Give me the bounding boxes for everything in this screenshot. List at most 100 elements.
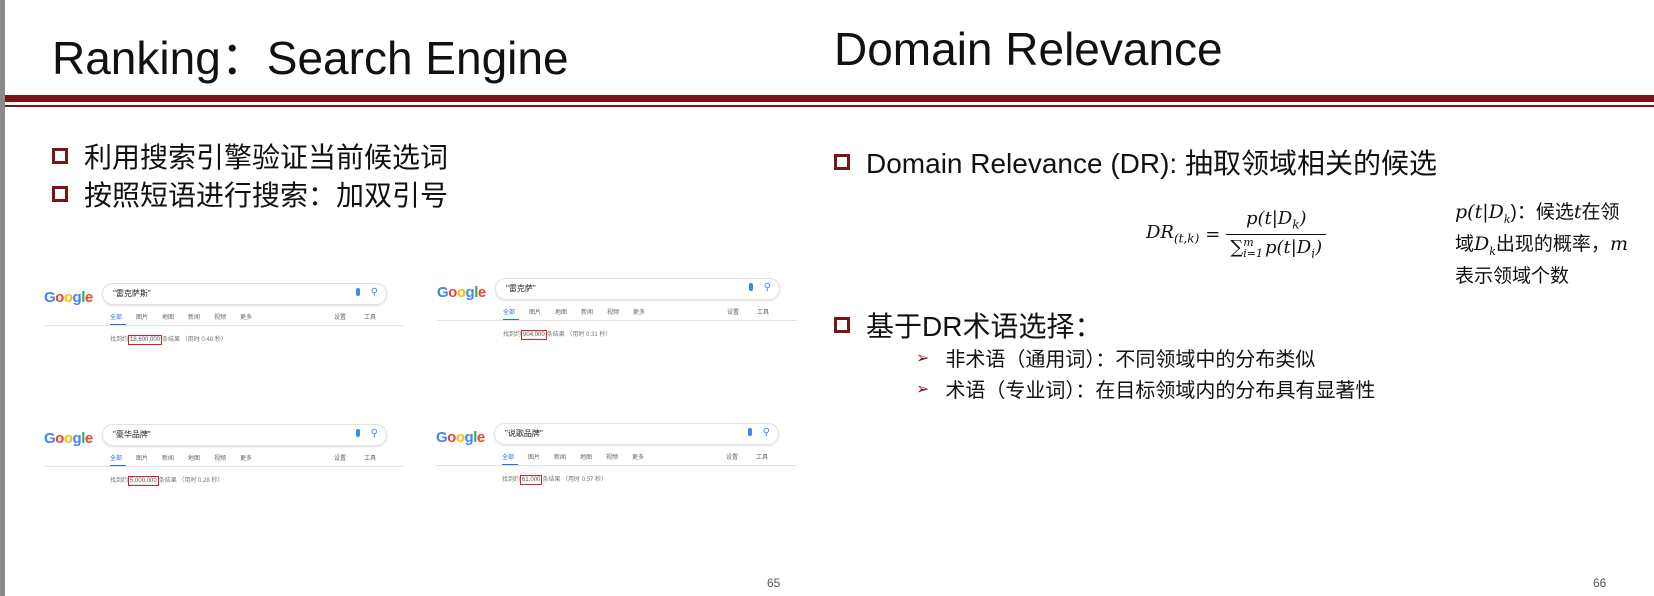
microphone-icon [356, 429, 360, 437]
formula-numerator: p(t|Dk) [1245, 208, 1307, 232]
result-suffix: 条结果 （用时 0.28 秒） [158, 478, 224, 484]
search-tabs: 全部 图片 新闻 地图 视频 更多 设置 工具 [502, 452, 796, 464]
tab-all: 全部 [503, 310, 516, 316]
title-divider-thin [5, 105, 1654, 107]
result-count: 18,600,000 [128, 335, 163, 345]
note-line-2: 域Dk出现的概率，m [1455, 232, 1628, 258]
tab: 更多 [633, 310, 646, 316]
tab: 地图 [580, 455, 593, 461]
right-bullet-2: 基于DR术语选择： [834, 305, 1102, 345]
tab-settings: 设置 [727, 310, 740, 316]
left-bullet-2: 按照短语进行搜索：加双引号 [52, 174, 448, 214]
search-query: "豪华品牌" [113, 430, 151, 439]
tab-all: 全部 [502, 455, 515, 461]
result-prefix: 找到约 [110, 478, 129, 484]
dr-formula: DR(t,k) = p(t|Dk) ∑ m i=1 p(t|Di) [1146, 208, 1327, 261]
result-count: 5,000,000 [128, 476, 159, 486]
bullet-text: 按照短语进行搜索：加双引号 [84, 180, 449, 211]
square-bullet-icon [52, 186, 68, 202]
google-logo: Google [437, 284, 486, 301]
search-query: "说歌品牌" [505, 429, 543, 438]
result-stats: 找到约 18,600,000 条结果 （用时 0.48 秒） [110, 334, 227, 345]
tab: 更多 [240, 315, 253, 321]
tab: 地图 [162, 315, 175, 321]
search-icon: ⚲ [370, 428, 378, 439]
sub-bullet-text: 非术语（通用词）：不同领域中的分布类似 [945, 349, 1316, 371]
result-prefix: 找到约 [110, 337, 129, 343]
google-search-box: "雷克萨" ⚲ [495, 278, 780, 300]
left-slide-title: Ranking：Search Engine [52, 32, 569, 84]
tab: 图片 [528, 455, 541, 461]
left-edge-bar [0, 0, 5, 596]
google-search-box: "雷克萨斯" ⚲ [102, 283, 387, 305]
square-bullet-icon [834, 317, 850, 333]
arrow-bullet-icon: ➢ [916, 349, 930, 367]
tab: 新闻 [554, 455, 567, 461]
right-bullet-1: Domain Relevance (DR): 抽取领域相关的候选 [834, 142, 1437, 182]
note-line-1: p(t|Dk)：候选t在领 [1455, 201, 1620, 226]
microphone-icon [356, 288, 360, 296]
google-screenshot-2: Google "雷克萨" ⚲ 全部 图片 地图 新闻 视频 更多 设置 工具 找… [437, 278, 797, 368]
google-logo: Google [44, 289, 93, 306]
tab: 新闻 [581, 310, 594, 316]
sub-bullet-text: 术语（专业词）：在目标领域内的分布具有显著性 [945, 380, 1376, 402]
tab: 视频 [607, 310, 620, 316]
google-screenshot-4: Google "说歌品牌" ⚲ 全部 图片 新闻 地图 视频 更多 设置 工具 … [436, 423, 796, 513]
tab-tools: 工具 [364, 315, 377, 321]
tab: 图片 [136, 315, 149, 321]
bullet-text: 基于DR术语选择： [866, 311, 1103, 342]
divider [437, 320, 797, 321]
result-stats: 找到约 61,000 条结果 （用时 0.57 秒） [502, 474, 608, 485]
result-stats: 找到约 5,000,000 条结果 （用时 0.28 秒） [110, 475, 224, 486]
google-logo: Google [44, 430, 93, 447]
tab-tools: 工具 [757, 310, 770, 316]
result-count: 904,000 [521, 330, 547, 340]
tab: 新闻 [188, 315, 201, 321]
divider [436, 465, 796, 466]
tab-tools: 工具 [756, 455, 769, 461]
page-number-left: 65 [767, 576, 781, 590]
title-divider-thick [5, 95, 1654, 102]
tab-settings: 设置 [334, 456, 347, 462]
tab-all: 全部 [110, 456, 123, 462]
tab: 地图 [555, 310, 568, 316]
google-search-box: "豪华品牌" ⚲ [102, 424, 387, 446]
divider [44, 325, 404, 326]
right-slide-title: Domain Relevance [834, 23, 1223, 75]
tab: 视频 [214, 456, 227, 462]
result-stats: 找到约 904,000 条结果 （用时 0.31 秒） [503, 329, 612, 340]
bullet-text: Domain Relevance (DR): 抽取领域相关的候选 [866, 148, 1437, 179]
formula-denominator: ∑ m i=1 p(t|Di) [1230, 235, 1323, 261]
tab: 视频 [606, 455, 619, 461]
microphone-icon [748, 428, 752, 436]
left-bullet-1: 利用搜索引擎验证当前候选词 [52, 136, 448, 176]
microphone-icon [749, 283, 753, 291]
search-icon: ⚲ [763, 282, 771, 293]
sub-bullet-1: ➢ 非术语（通用词）：不同领域中的分布类似 [916, 343, 1315, 372]
search-icon: ⚲ [370, 287, 378, 298]
result-count: 61,000 [520, 475, 543, 485]
result-prefix: 找到约 [502, 477, 521, 483]
search-query: "雷克萨" [506, 284, 536, 293]
google-screenshot-3: Google "豪华品牌" ⚲ 全部 图片 新闻 地图 视频 更多 设置 工具 … [44, 424, 404, 514]
tab: 更多 [632, 455, 645, 461]
tab: 更多 [240, 456, 253, 462]
tab: 图片 [136, 456, 149, 462]
google-screenshot-1: Google "雷克萨斯" ⚲ 全部 图片 地图 新闻 视频 更多 设置 工具 … [44, 283, 404, 373]
page-number-right: 66 [1593, 576, 1607, 590]
tab: 地图 [188, 456, 201, 462]
result-suffix: 条结果 （用时 0.31 秒） [546, 332, 612, 338]
formula-fraction: p(t|Dk) ∑ m i=1 p(t|Di) [1226, 208, 1327, 261]
sub-bullet-2: ➢ 术语（专业词）：在目标领域内的分布具有显著性 [916, 374, 1375, 403]
formula-lhs: DR(t,k) [1146, 222, 1200, 246]
result-suffix: 条结果 （用时 0.48 秒） [162, 337, 227, 343]
square-bullet-icon [52, 148, 68, 164]
square-bullet-icon [834, 154, 850, 170]
tab: 视频 [214, 315, 227, 321]
search-tabs: 全部 图片 地图 新闻 视频 更多 设置 工具 [503, 307, 797, 319]
result-suffix: 条结果 （用时 0.57 秒） [542, 477, 608, 483]
search-tabs: 全部 图片 地图 新闻 视频 更多 设置 工具 [110, 312, 404, 324]
search-tabs: 全部 图片 新闻 地图 视频 更多 设置 工具 [110, 453, 404, 465]
search-query: "雷克萨斯" [113, 289, 151, 298]
tab-settings: 设置 [334, 315, 347, 321]
